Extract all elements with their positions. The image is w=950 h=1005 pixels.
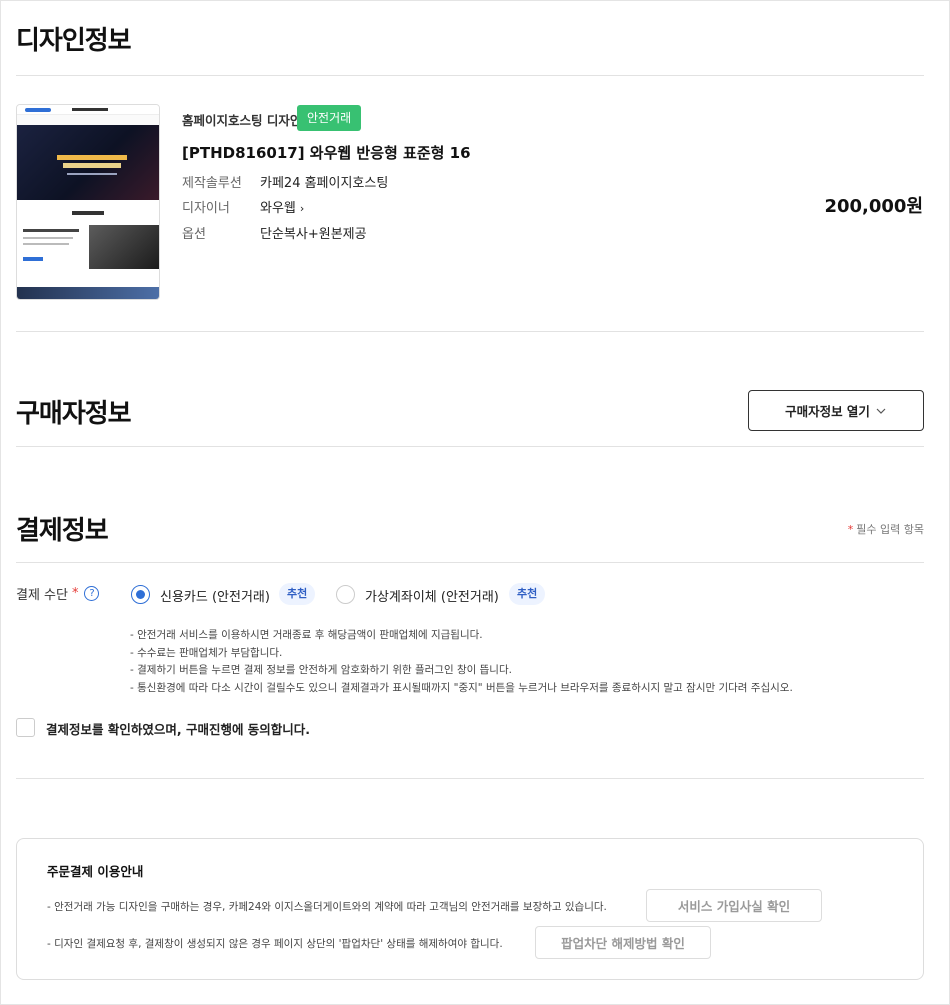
required-star: * bbox=[847, 523, 854, 536]
divider bbox=[16, 562, 924, 563]
designer-link[interactable]: 와우웹 › bbox=[260, 197, 304, 216]
safe-trade-badge: 안전거래 bbox=[297, 105, 362, 131]
chevron-down-icon bbox=[876, 408, 886, 414]
payment-info-title: 결제정보 bbox=[16, 516, 109, 546]
radio-credit-card[interactable] bbox=[131, 585, 150, 604]
virtual-account-option-label[interactable]: 가상계좌이체 (안전거래) bbox=[365, 586, 499, 605]
popup-unblock-guide-button[interactable]: 팝업차단 해제방법 확인 bbox=[535, 926, 711, 959]
help-icon[interactable]: ? bbox=[84, 586, 100, 601]
service-join-check-button[interactable]: 서비스 가입사실 확인 bbox=[646, 889, 822, 922]
option-value: 단순복사+원본제공 bbox=[260, 227, 367, 242]
recommend-badge: 추천 bbox=[509, 583, 546, 605]
design-category: 홈페이지호스팅 디자인 bbox=[182, 113, 302, 128]
guide-line: - 안전거래 가능 디자인을 구매하는 경우, 카페24와 이지스올더게이트와의… bbox=[47, 901, 607, 913]
guide-title: 주문결제 이용안내 bbox=[47, 864, 144, 879]
designer-name: 와우웹 bbox=[260, 201, 296, 216]
solution-value: 카페24 홈페이지호스팅 bbox=[260, 176, 389, 191]
payment-notes: - 안전거래 서비스를 이용하시면 거래종료 후 해당금액이 판매업체에 지급됩… bbox=[130, 627, 793, 697]
product-name: [PTHD816017] 와우웹 반응형 표준형 16 bbox=[182, 144, 471, 162]
required-note: * 필수 입력 항목 bbox=[847, 523, 924, 536]
divider bbox=[16, 331, 924, 332]
payment-method-label: 결제 수단 * ? bbox=[16, 584, 100, 603]
divider bbox=[16, 75, 924, 76]
radio-virtual-account[interactable] bbox=[336, 585, 355, 604]
note-item: - 통신환경에 따라 다소 시간이 걸릴수도 있으니 결제결과가 표시될때까지 … bbox=[130, 681, 793, 694]
recommend-badge: 추천 bbox=[279, 583, 316, 605]
design-info-title: 디자인정보 bbox=[16, 26, 132, 56]
agree-label[interactable]: 결제정보를 확인하였으며, 구매진행에 동의합니다. bbox=[46, 719, 310, 738]
divider bbox=[16, 778, 924, 779]
open-button-label: 구매자정보 열기 bbox=[785, 404, 870, 419]
price: 200,000원 bbox=[824, 196, 923, 217]
required-star: * bbox=[71, 586, 79, 601]
buyer-info-open-button[interactable]: 구매자정보 열기 bbox=[748, 390, 924, 431]
order-guide-box: 주문결제 이용안내 - 안전거래 가능 디자인을 구매하는 경우, 카페24와 … bbox=[16, 838, 924, 980]
note-item: - 결제하기 버튼을 누르면 결제 정보를 안전하게 암호화하기 위한 플러그인… bbox=[130, 664, 512, 676]
design-thumbnail[interactable] bbox=[16, 104, 160, 300]
note-item: - 안전거래 서비스를 이용하시면 거래종료 후 해당금액이 판매업체에 지급됩… bbox=[130, 629, 483, 641]
guide-line: - 디자인 결제요청 후, 결제창이 생성되지 않은 경우 페이지 상단의 '팝… bbox=[47, 938, 503, 950]
designer-label: 디자이너 bbox=[182, 201, 230, 216]
option-label: 옵션 bbox=[182, 227, 206, 242]
note-item: - 수수료는 판매업체가 부담합니다. bbox=[130, 646, 283, 659]
solution-label: 제작솔루션 bbox=[182, 176, 242, 191]
buyer-info-title: 구매자정보 bbox=[16, 399, 132, 429]
agree-checkbox[interactable] bbox=[16, 718, 35, 737]
chevron-right-icon: › bbox=[299, 202, 305, 215]
credit-card-option-label[interactable]: 신용카드 (안전거래) bbox=[160, 586, 270, 605]
divider bbox=[16, 446, 924, 447]
